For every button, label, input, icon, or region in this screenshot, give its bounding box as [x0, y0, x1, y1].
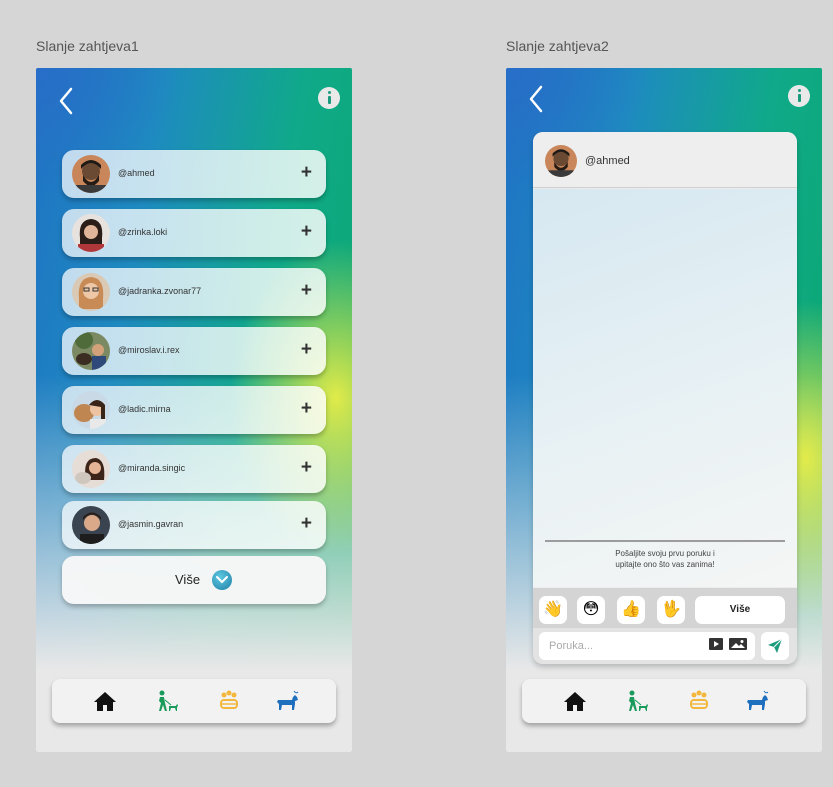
emoji-wave-button[interactable]: 👋	[539, 596, 567, 624]
chat-username: @ahmed	[585, 155, 630, 167]
back-icon[interactable]	[528, 84, 544, 114]
quick-reaction-bar: 👋 😳 👍 🖖 Više	[533, 588, 797, 628]
screen-request-list: @ahmed + @zrinka.loki + @jadranka.zvonar…	[36, 68, 352, 752]
add-friend-button[interactable]: +	[301, 514, 312, 534]
user-card-jasmin[interactable]: @jasmin.gavran +	[62, 501, 326, 549]
add-friend-button[interactable]: +	[301, 458, 312, 478]
frame-right: @ahmed Pošaljite svoju prvu poruku i upi…	[506, 68, 822, 752]
add-friend-button[interactable]: +	[301, 163, 312, 183]
more-emojis-button[interactable]: Više	[695, 596, 785, 624]
person-walking-dog-icon[interactable]	[154, 689, 180, 713]
image-icon[interactable]	[729, 638, 747, 650]
person-walking-dog-icon[interactable]	[624, 689, 650, 713]
add-friend-button[interactable]: +	[301, 222, 312, 242]
info-icon[interactable]	[788, 85, 810, 107]
username: @miranda.singic	[118, 463, 186, 473]
avatar	[72, 155, 110, 193]
username: @jasmin.gavran	[118, 519, 184, 529]
frame-title-right: Slanje zahtjeva2	[506, 38, 609, 54]
dog-icon[interactable]	[744, 689, 770, 713]
emoji-flushed-button[interactable]: 😳	[577, 596, 605, 624]
user-card-miroslav[interactable]: @miroslav.i.rex +	[62, 327, 326, 375]
avatar	[72, 450, 110, 488]
bottom-navbar	[52, 679, 336, 723]
avatar	[545, 145, 577, 177]
user-card-ahmed[interactable]: @ahmed +	[62, 150, 326, 198]
paw-print-icon[interactable]	[686, 689, 712, 713]
home-icon[interactable]	[562, 689, 588, 713]
avatar	[72, 332, 110, 370]
frame-left: @ahmed + @zrinka.loki + @jadranka.zvonar…	[36, 68, 352, 752]
username: @ladic.mirna	[118, 404, 171, 414]
frame-title-left: Slanje zahtjeva1	[36, 38, 139, 54]
user-card-jadranka[interactable]: @jadranka.zvonar77 +	[62, 268, 326, 316]
empty-chat-hint: Pošaljite svoju prvu poruku i upitajte o…	[533, 548, 797, 570]
chat-panel: @ahmed Pošaljite svoju prvu poruku i upi…	[533, 132, 797, 664]
message-composer	[533, 628, 797, 664]
bottom-navbar	[522, 679, 806, 723]
user-card-mirna[interactable]: @ladic.mirna +	[62, 386, 326, 434]
divider	[545, 540, 785, 542]
add-friend-button[interactable]: +	[301, 340, 312, 360]
hint-line-2: upitajte ono što vas zanima!	[615, 560, 715, 569]
add-friend-button[interactable]: +	[301, 399, 312, 419]
avatar	[72, 214, 110, 252]
paw-print-icon[interactable]	[216, 689, 242, 713]
show-more-button[interactable]: Više	[62, 556, 326, 604]
home-icon[interactable]	[92, 689, 118, 713]
avatar	[72, 273, 110, 311]
message-area	[533, 189, 797, 587]
back-icon[interactable]	[58, 86, 74, 116]
send-icon	[768, 638, 783, 653]
emoji-thumbs-up-button[interactable]: 👍	[617, 596, 645, 624]
info-icon[interactable]	[318, 87, 340, 109]
emoji-vulcan-button[interactable]: 🖖	[657, 596, 685, 624]
video-icon[interactable]	[709, 638, 723, 650]
chevron-down-icon	[212, 570, 232, 590]
hint-line-1: Pošaljite svoju prvu poruku i	[615, 549, 715, 558]
username: @miroslav.i.rex	[118, 345, 180, 355]
user-card-zrinka[interactable]: @zrinka.loki +	[62, 209, 326, 257]
chat-header: @ahmed	[533, 132, 797, 188]
show-more-label: Više	[175, 572, 201, 587]
send-button[interactable]	[761, 632, 789, 660]
username: @jadranka.zvonar77	[118, 286, 202, 296]
dog-icon[interactable]	[274, 689, 300, 713]
screen-chat: @ahmed Pošaljite svoju prvu poruku i upi…	[506, 68, 822, 752]
avatar	[72, 391, 110, 429]
user-card-miranda[interactable]: @miranda.singic +	[62, 445, 326, 493]
avatar	[72, 506, 110, 544]
username: @ahmed	[118, 168, 155, 178]
add-friend-button[interactable]: +	[301, 281, 312, 301]
username: @zrinka.loki	[118, 227, 168, 237]
